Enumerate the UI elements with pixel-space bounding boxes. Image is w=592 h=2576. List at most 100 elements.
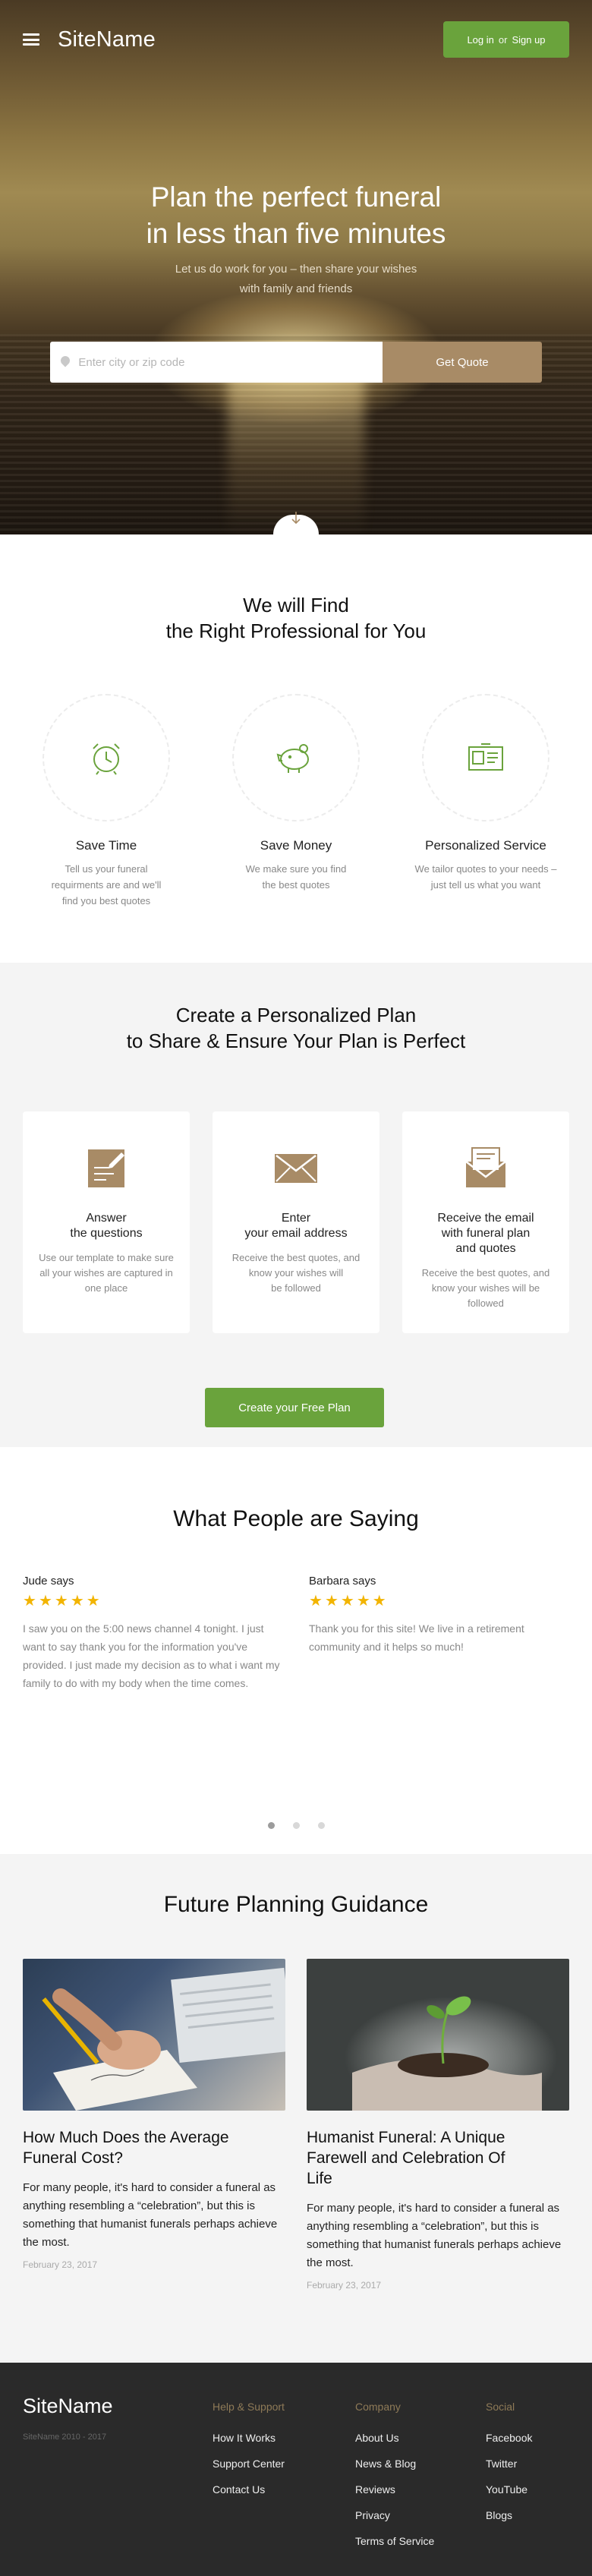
plan-section-title: Create a Personalized Plan to Share & En… (0, 963, 592, 1054)
step-title-line: Receive the email (437, 1212, 534, 1225)
top-navigation-bar: SiteName Log in or Sign up (0, 0, 592, 79)
article-list: How Much Does the Average Funeral Cost? … (23, 1959, 569, 2291)
site-logo[interactable]: SiteName (58, 27, 156, 52)
hero-section: SiteName Log in or Sign up Plan the perf… (0, 0, 592, 534)
location-field (50, 342, 383, 383)
article-title[interactable]: Humanist Funeral: A Unique Farewell and … (307, 2127, 569, 2189)
hand-writing-photo[interactable] (23, 1959, 285, 2111)
create-free-plan-button[interactable]: Create your Free Plan (205, 1388, 384, 1427)
footer-column-heading: Help & Support (213, 2401, 285, 2413)
feature-text-line: requirments are and we'll (51, 879, 162, 891)
feature-title: Personalized Service (425, 838, 546, 853)
footer-link-terms[interactable]: Terms of Service (355, 2528, 434, 2554)
hero-title-line-2: in less than five minutes (146, 218, 446, 249)
hero-subtitle-line-2: with family and friends (239, 282, 353, 295)
article-title-line: Funeral Cost? (23, 2149, 123, 2167)
sun-reflection-decor (228, 357, 364, 534)
article-date: February 23, 2017 (23, 2259, 98, 2270)
alarm-clock-icon (93, 743, 120, 775)
step-card-receive: Receive the email with funeral plan and … (402, 1111, 569, 1333)
carousel-dot[interactable] (267, 1822, 275, 1829)
step-title-line: Answer (86, 1212, 127, 1225)
article-title-line: Farewell and Celebration Of (307, 2149, 505, 2167)
carousel-pagination (0, 1822, 592, 1829)
star-icon: ★ (324, 1593, 339, 1610)
email-letter-icon (465, 1147, 506, 1187)
testimonial-author: Jude says (23, 1575, 74, 1588)
article-title-line: Humanist Funeral: A Unique (307, 2129, 505, 2146)
feature-icon-circle (232, 694, 360, 821)
hamburger-menu-icon[interactable] (23, 33, 39, 46)
star-icon: ★ (23, 1593, 36, 1610)
hero-title: Plan the perfect funeral in less than fi… (0, 179, 592, 252)
footer-link-youtube[interactable]: YouTube (486, 2477, 532, 2502)
footer-link-about-us[interactable]: About Us (355, 2425, 434, 2451)
footer-link-reviews[interactable]: Reviews (355, 2477, 434, 2502)
find-title-line-1: We will Find (243, 594, 349, 616)
guidance-title: Future Planning Guidance (163, 1892, 429, 1917)
step-text-line: know your wishes will be (431, 1282, 540, 1294)
article-card[interactable]: Humanist Funeral: A Unique Farewell and … (307, 1959, 569, 2291)
footer-link-news-blog[interactable]: News & Blog (355, 2451, 434, 2477)
footer-link-how-it-works[interactable]: How It Works (213, 2425, 285, 2451)
testimonial-text: Thank you for this site! We live in a re… (309, 1622, 524, 1653)
login-link[interactable]: Log in (467, 34, 493, 46)
get-quote-button[interactable]: Get Quote (383, 342, 542, 383)
step-description: Receive the best quotes, and know your w… (213, 1250, 379, 1296)
step-text-line: followed (468, 1297, 504, 1309)
step-title-line: Enter (281, 1212, 311, 1225)
footer-link-privacy[interactable]: Privacy (355, 2502, 434, 2528)
star-icon: ★ (38, 1593, 52, 1610)
carousel-dot[interactable] (317, 1822, 325, 1829)
article-title-line: How Much Does the Average (23, 2129, 229, 2146)
testimonials-section: What People are Saying Jude says ★ ★ ★ ★ ★ I… (0, 1447, 592, 1854)
city-zip-input[interactable] (78, 355, 383, 369)
testimonials-title: What People are Saying (173, 1506, 419, 1531)
seedling-in-hands-photo[interactable] (307, 1959, 569, 2111)
arrow-down-icon[interactable] (290, 510, 302, 530)
step-title-line: with funeral plan (441, 1227, 531, 1240)
footer-logo[interactable]: SiteName (23, 2395, 113, 2418)
footer-copyright: SiteName 2010 - 2017 (23, 2433, 107, 2442)
footer-link-twitter[interactable]: Twitter (486, 2451, 532, 2477)
feature-save-time: Save Time Tell us your funeral requirmen… (23, 694, 190, 909)
auth-or-text: or (498, 33, 508, 46)
feature-text-line: find you best quotes (61, 895, 151, 906)
feature-description: Tell us your funeral requirments are and… (23, 861, 190, 909)
testimonial-list: Jude says ★ ★ ★ ★ ★ I saw you on the 5:00 ne… (23, 1575, 569, 1692)
step-text-line: be followed (271, 1282, 321, 1294)
feature-list: Save Time Tell us your funeral requirmen… (23, 694, 569, 909)
testimonial-text: I saw you on the 5:00 news channel 4 ton… (23, 1622, 280, 1689)
step-card-email: Enter your email address Receive the bes… (213, 1111, 379, 1333)
footer-link-blogs[interactable]: Blogs (486, 2502, 532, 2528)
step-title-line: your email address (244, 1227, 348, 1240)
feature-description: We make sure you find the best quotes (213, 861, 379, 893)
article-title[interactable]: How Much Does the Average Funeral Cost? (23, 2127, 285, 2168)
footer-column-heading: Social (486, 2401, 515, 2413)
find-professional-section: We will Find the Right Professional for … (0, 534, 592, 963)
star-icon: ★ (356, 1593, 370, 1610)
id-card-icon (468, 743, 503, 771)
article-excerpt: For many people, it's hard to consider a… (23, 2181, 278, 2249)
step-text-line: Receive the best quotes, and (421, 1267, 550, 1279)
star-icon: ★ (54, 1593, 68, 1610)
feature-title: Save Time (75, 838, 137, 853)
article-title-line: Life (307, 2170, 332, 2187)
star-icon: ★ (86, 1593, 100, 1610)
feature-icon-circle (43, 694, 170, 821)
star-icon: ★ (309, 1593, 323, 1610)
signup-link[interactable]: Sign up (512, 34, 545, 46)
step-text-line: all your wishes are captured in (39, 1267, 173, 1279)
carousel-dot[interactable] (292, 1822, 300, 1829)
article-card[interactable]: How Much Does the Average Funeral Cost? … (23, 1959, 285, 2291)
star-icon: ★ (340, 1593, 354, 1610)
footer-link-support-center[interactable]: Support Center (213, 2451, 285, 2477)
feature-text-line: We tailor quotes to your needs – (414, 863, 557, 875)
step-title: Enter your email address (213, 1211, 379, 1241)
personalized-plan-section: Create a Personalized Plan to Share & En… (0, 963, 592, 1447)
footer-link-facebook[interactable]: Facebook (486, 2425, 532, 2451)
testimonial-item: Jude says ★ ★ ★ ★ ★ I saw you on the 5:00 ne… (23, 1575, 283, 1692)
footer-link-contact-us[interactable]: Contact Us (213, 2477, 285, 2502)
testimonial-item: Barbara says ★ ★ ★ ★ ★ Thank you for this si… (309, 1575, 569, 1692)
star-rating: ★ ★ ★ ★ ★ (23, 1594, 283, 1609)
